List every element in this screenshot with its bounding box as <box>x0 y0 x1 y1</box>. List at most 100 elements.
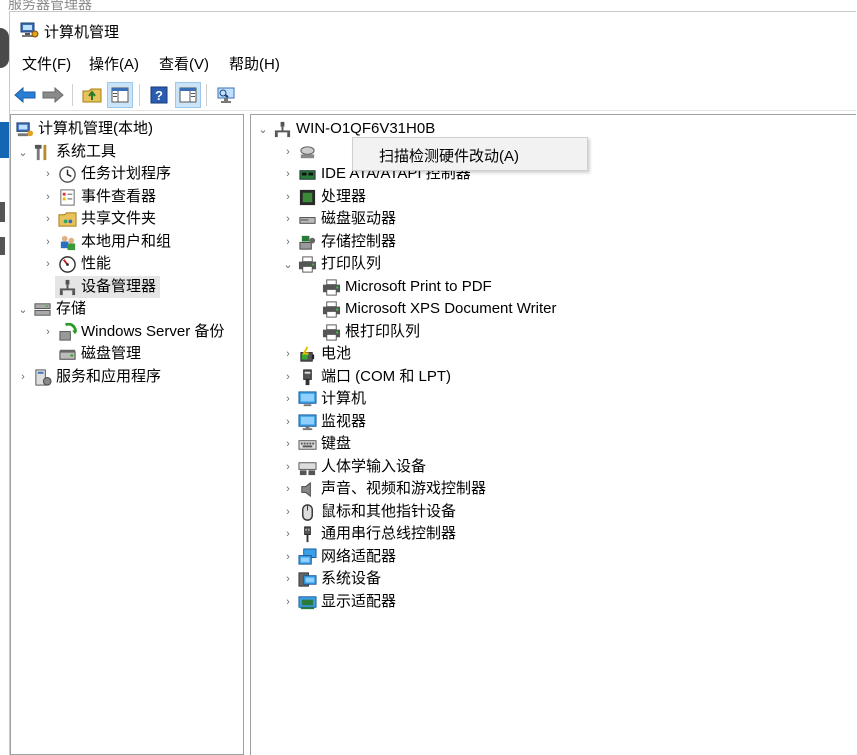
device-category-storage-controllers[interactable]: › 存储控制器 <box>281 231 396 253</box>
chevron-down-icon[interactable]: ⌄ <box>16 141 30 163</box>
tree-item-system-tools[interactable]: ⌄ 系统工具 <box>16 141 116 163</box>
back-button[interactable] <box>12 82 38 108</box>
menu-bar: 文件(F) 操作(A) 查看(V) 帮助(H) <box>10 51 856 77</box>
menu-action[interactable]: 操作(A) <box>87 53 141 74</box>
chevron-right-icon[interactable]: › <box>281 208 295 230</box>
menu-help[interactable]: 帮助(H) <box>227 53 282 74</box>
chevron-right-icon[interactable]: › <box>281 163 295 185</box>
up-one-level-button[interactable] <box>79 82 105 108</box>
title-bar[interactable]: 计算机管理 <box>10 12 856 48</box>
device-item-print-to-pdf[interactable]: Microsoft Print to PDF <box>319 276 492 298</box>
chevron-right-icon[interactable]: › <box>281 523 295 545</box>
device-category-label: 人体学输入设备 <box>321 458 427 475</box>
device-category-item[interactable]: › <box>281 141 321 163</box>
chevron-right-icon[interactable]: › <box>281 433 295 455</box>
scan-hardware-button[interactable] <box>213 82 239 108</box>
up-folder-icon <box>82 88 102 103</box>
chevron-right-icon[interactable]: › <box>281 141 295 163</box>
network-adapter-icon <box>298 547 317 565</box>
menu-file[interactable]: 文件(F) <box>20 53 73 74</box>
tree-item-label: 存储 <box>56 300 87 317</box>
chevron-right-icon[interactable]: › <box>281 456 295 478</box>
action-pane-icon <box>179 87 197 103</box>
selection-highlight: 设备管理器 <box>55 276 161 298</box>
shared-folder-icon <box>58 211 77 227</box>
tree-item-computer-management[interactable]: 计算机管理(本地) <box>12 118 153 140</box>
chevron-right-icon[interactable]: › <box>281 568 295 590</box>
device-category-batteries[interactable]: › 电池 <box>281 343 351 365</box>
device-item-root-print-queue[interactable]: 根打印队列 <box>319 321 420 343</box>
chevron-right-icon[interactable]: › <box>41 231 55 253</box>
chevron-down-icon[interactable]: ⌄ <box>281 253 295 275</box>
device-category-label: 通用串行总线控制器 <box>321 525 457 542</box>
device-category-system-devices[interactable]: › 系统设备 <box>281 568 381 590</box>
tree-item-label: Windows Server 备份 <box>81 323 225 340</box>
drive-icon <box>300 145 315 158</box>
chevron-right-icon[interactable]: › <box>281 591 295 613</box>
device-item-xps-writer[interactable]: Microsoft XPS Document Writer <box>319 298 556 320</box>
clock-icon <box>59 165 76 183</box>
show-hide-action-pane-button[interactable] <box>175 82 201 108</box>
device-category-processor[interactable]: › 处理器 <box>281 186 366 208</box>
chevron-right-icon[interactable]: › <box>16 366 30 388</box>
tree-item-performance[interactable]: › 性能 <box>41 253 111 275</box>
device-category-label: 计算机 <box>321 390 367 407</box>
chevron-right-icon[interactable]: › <box>281 501 295 523</box>
printer-icon <box>322 278 341 296</box>
chevron-right-icon[interactable]: › <box>41 208 55 230</box>
chevron-down-icon[interactable]: ⌄ <box>256 118 270 140</box>
chevron-right-icon[interactable]: › <box>41 321 55 343</box>
tree-item-label: 计算机管理(本地) <box>38 120 153 137</box>
tree-item-shared-folders[interactable]: › 共享文件夹 <box>41 208 156 230</box>
device-item-label: Microsoft Print to PDF <box>345 278 492 295</box>
forward-button[interactable] <box>40 82 66 108</box>
tree-item-label: 设备管理器 <box>81 278 157 295</box>
device-category-network-adapters[interactable]: › 网络适配器 <box>281 546 396 568</box>
tree-item-services-applications[interactable]: › 服务和应用程序 <box>16 366 161 388</box>
chevron-right-icon[interactable]: › <box>281 231 295 253</box>
device-category-print-queues[interactable]: ⌄ 打印队列 <box>281 253 381 275</box>
chevron-right-icon[interactable]: › <box>281 478 295 500</box>
device-category-keyboards[interactable]: › 键盘 <box>281 433 351 455</box>
device-category-label: 鼠标和其他指针设备 <box>321 503 457 520</box>
device-category-computer[interactable]: › 计算机 <box>281 388 366 410</box>
device-tree-pane[interactable]: ⌄ WIN-O1QF6V31H0B › › IDE ATA/ATAPI 控制器 … <box>250 114 856 755</box>
chevron-right-icon[interactable]: › <box>281 186 295 208</box>
tree-item-device-manager[interactable]: 设备管理器 <box>55 276 161 298</box>
tree-item-disk-management[interactable]: 磁盘管理 <box>55 343 141 365</box>
tree-item-event-viewer[interactable]: › 事件查看器 <box>41 186 156 208</box>
printer-icon <box>298 255 317 273</box>
storage-icon <box>34 302 51 316</box>
processor-icon <box>299 189 316 205</box>
device-category-ports[interactable]: › 端口 (COM 和 LPT) <box>281 366 451 388</box>
menu-view[interactable]: 查看(V) <box>157 53 211 74</box>
system-devices-icon <box>298 571 317 587</box>
show-hide-console-tree-button[interactable] <box>107 82 133 108</box>
help-button[interactable]: ? <box>146 82 172 108</box>
device-category-monitors[interactable]: › 监视器 <box>281 411 366 433</box>
scan-for-hardware-changes-menu-item[interactable]: 扫描检测硬件改动(A) <box>379 145 519 166</box>
chevron-right-icon[interactable]: › <box>41 163 55 185</box>
console-tree-pane[interactable]: 计算机管理(本地) ⌄ 系统工具 › 任务计划程序 › 事件查看器 › 共享文件… <box>10 114 244 755</box>
chevron-right-icon[interactable]: › <box>281 366 295 388</box>
tree-item-local-users-groups[interactable]: › 本地用户和组 <box>41 231 171 253</box>
device-category-disk-drives[interactable]: › 磁盘驱动器 <box>281 208 396 230</box>
chevron-right-icon[interactable]: › <box>41 253 55 275</box>
chevron-right-icon[interactable]: › <box>281 388 295 410</box>
device-category-hid[interactable]: › 人体学输入设备 <box>281 456 426 478</box>
chevron-right-icon[interactable]: › <box>281 343 295 365</box>
chevron-right-icon[interactable]: › <box>281 546 295 568</box>
chevron-right-icon[interactable]: › <box>281 411 295 433</box>
tree-item-storage[interactable]: ⌄ 存储 <box>16 298 86 320</box>
device-category-usb[interactable]: › 通用串行总线控制器 <box>281 523 456 545</box>
chevron-right-icon[interactable]: › <box>41 186 55 208</box>
tree-item-windows-server-backup[interactable]: › Windows Server 备份 <box>41 321 224 343</box>
port-icon <box>303 368 312 385</box>
device-category-sound[interactable]: › 声音、视频和游戏控制器 <box>281 478 486 500</box>
device-category-display-adapters[interactable]: › 显示适配器 <box>281 591 396 613</box>
disk-drive-icon <box>299 216 316 224</box>
device-category-mice[interactable]: › 鼠标和其他指针设备 <box>281 501 456 523</box>
chevron-down-icon[interactable]: ⌄ <box>16 298 30 320</box>
tree-item-task-scheduler[interactable]: › 任务计划程序 <box>41 163 171 185</box>
device-manager-icon <box>274 121 291 137</box>
